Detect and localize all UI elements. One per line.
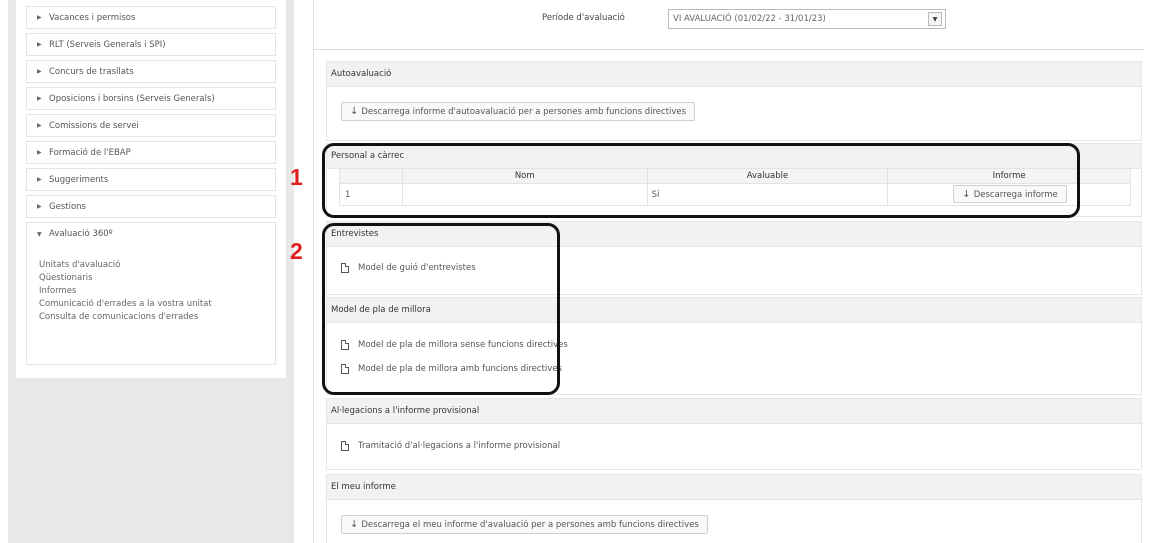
- section-meu-informe: El meu informe ↓ Descarrega el meu inform…: [326, 474, 1142, 543]
- annotation-number-2: 2: [290, 238, 303, 264]
- triangle-right-icon: ▶: [37, 203, 42, 210]
- submenu-item-unitats[interactable]: Unitats d'avaluació: [39, 259, 275, 272]
- sidebar-menu: ▶ Vacances i permisos ▶ RLT (Serveis Gener…: [26, 6, 276, 365]
- document-icon: [341, 441, 349, 451]
- sidebar-item-label: Comissions de servei: [49, 120, 139, 131]
- annotation-number-1: 1: [290, 164, 303, 190]
- sidebar-item-vacances[interactable]: ▶ Vacances i permisos: [26, 6, 276, 29]
- sidebar-item-suggeriments[interactable]: ▶ Suggeriments: [26, 168, 276, 191]
- section-autoavaluacio: Autoavaluació ↓ Descarrega informe d'auto…: [326, 61, 1142, 141]
- button-label: Descarrega el meu informe d'avaluació pe…: [361, 520, 699, 530]
- triangle-right-icon: ▶: [37, 95, 42, 102]
- submenu-item-informes[interactable]: Informes: [39, 285, 275, 298]
- download-autoavaluacio-button[interactable]: ↓ Descarrega informe d'autoavaluació per …: [341, 102, 696, 121]
- period-label: Període d'avaluació: [542, 13, 625, 23]
- sidebar-item-oposicions[interactable]: ▶ Oposicions i borsins (Serveis Generals): [26, 87, 276, 110]
- sidebar-item-formacio[interactable]: ▶ Formació de l'EBAP: [26, 141, 276, 164]
- sidebar-item-label: Vacances i permisos: [49, 12, 136, 23]
- link-tramitacio-allegacions[interactable]: Tramitació d'al·legacions a l'informe pr…: [341, 441, 560, 451]
- sidebar-item-label: RLT (Serveis Generals i SPI): [49, 39, 166, 50]
- sidebar-item-comissions[interactable]: ▶ Comissions de servei: [26, 114, 276, 137]
- section-title: El meu informe: [327, 475, 1141, 500]
- sidebar-item-avaluacio-360[interactable]: ▼ Avaluació 360º: [26, 222, 276, 245]
- triangle-right-icon: ▶: [37, 68, 42, 75]
- triangle-right-icon: ▶: [37, 149, 42, 156]
- sidebar-item-label: Formació de l'EBAP: [49, 147, 131, 158]
- triangle-right-icon: ▶: [37, 122, 42, 129]
- link-label: Tramitació d'al·legacions a l'informe pr…: [358, 441, 561, 451]
- highlight-ring-2: [322, 223, 560, 395]
- sidebar-item-concurs[interactable]: ▶ Concurs de trasllats: [26, 60, 276, 83]
- sidebar-item-label: Concurs de trasllats: [49, 66, 134, 77]
- section-title: Autoavaluació: [327, 62, 1141, 87]
- submenu-item-questionaris[interactable]: Qüestionaris: [39, 272, 275, 285]
- triangle-right-icon: ▶: [37, 41, 42, 48]
- sidebar-item-label: Oposicions i borsins (Serveis Generals): [49, 93, 215, 104]
- period-bar: Període d'avaluació VI AVALUACIÓ (01/02/…: [314, 0, 1144, 50]
- sidebar-item-label: Avaluació 360º: [49, 229, 113, 239]
- triangle-down-icon: ▼: [37, 230, 42, 238]
- sidebar-item-gestions[interactable]: ▶ Gestions: [26, 195, 276, 218]
- section-allegacions: Al·legacions a l'informe provisional Tra…: [326, 398, 1142, 470]
- period-selected-value: VI AVALUACIÓ (01/02/22 - 31/01/23): [673, 14, 826, 24]
- download-meu-informe-button[interactable]: ↓ Descarrega el meu informe d'avaluació p…: [341, 515, 708, 534]
- sidebar-item-rlt[interactable]: ▶ RLT (Serveis Generals i SPI): [26, 33, 276, 56]
- chevron-down-icon[interactable]: ▼: [928, 12, 942, 26]
- arrow-down-icon: ↓: [350, 519, 359, 530]
- sidebar: ▶ Vacances i permisos ▶ RLT (Serveis Gener…: [16, 0, 286, 378]
- sidebar-submenu: Unitats d'avaluació Qüestionaris Informe…: [26, 245, 276, 365]
- button-label: Descarrega informe d'autoavaluació per a…: [361, 107, 687, 117]
- arrow-down-icon: ↓: [350, 106, 359, 117]
- submenu-item-consulta[interactable]: Consulta de comunicacions d'errades: [39, 311, 275, 324]
- period-select[interactable]: VI AVALUACIÓ (01/02/22 - 31/01/23) ▼: [668, 9, 946, 29]
- submenu-item-comunicacio[interactable]: Comunicació d'errades a la vostra unitat: [39, 298, 275, 311]
- sidebar-item-label: Gestions: [49, 201, 86, 212]
- sidebar-item-label: Suggeriments: [49, 174, 109, 185]
- section-title: Al·legacions a l'informe provisional: [327, 399, 1141, 424]
- triangle-right-icon: ▶: [37, 14, 42, 21]
- highlight-ring-1: [322, 143, 1080, 218]
- triangle-right-icon: ▶: [37, 176, 42, 183]
